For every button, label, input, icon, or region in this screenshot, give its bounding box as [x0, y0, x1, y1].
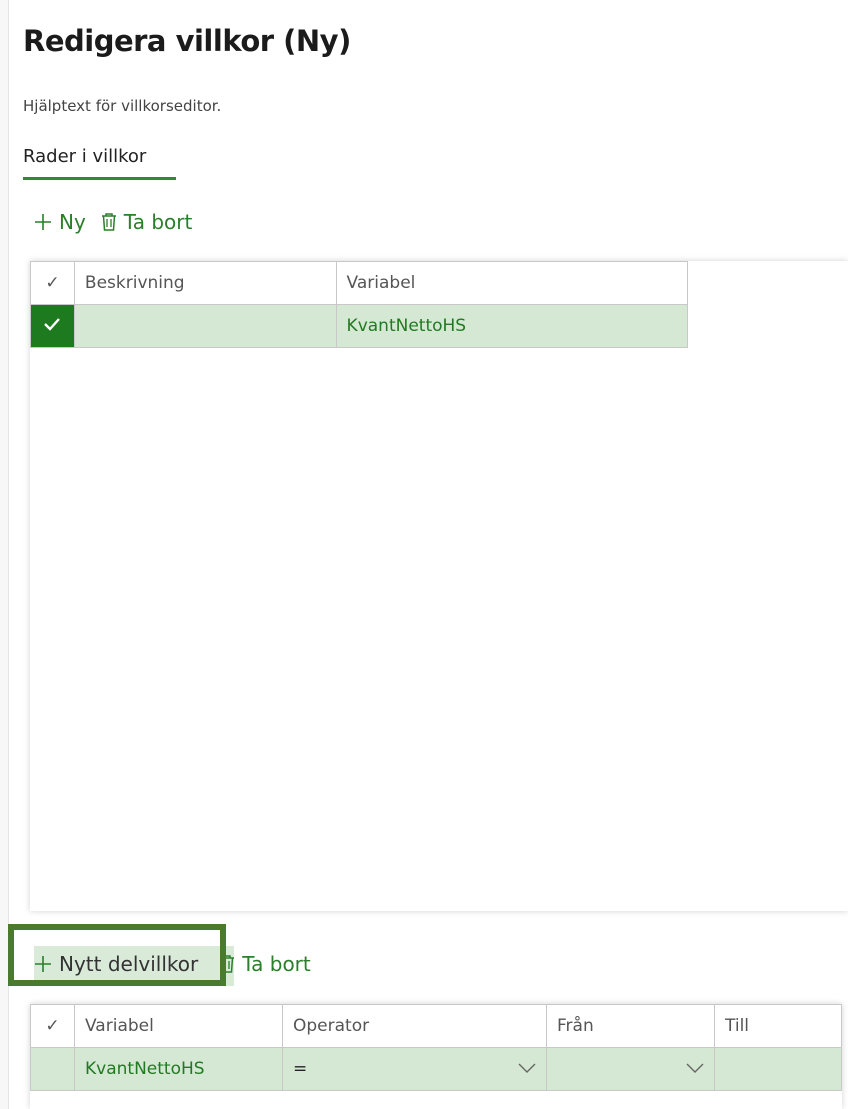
- operator-value: =: [293, 1059, 308, 1079]
- chevron-down-icon: [518, 1061, 536, 1077]
- cell-description[interactable]: [73, 304, 337, 348]
- subconditions-grid: ✓ Variabel Operator Från Till KvantNetto…: [30, 1004, 842, 1109]
- select-all-checkbox[interactable]: ✓: [30, 1004, 75, 1048]
- delete-row-button[interactable]: Ta bort: [100, 210, 193, 234]
- column-header-from[interactable]: Från: [546, 1004, 715, 1048]
- delete-subcondition-button[interactable]: Ta bort: [218, 952, 311, 976]
- subconditions-grid-header: ✓ Variabel Operator Från Till: [30, 1004, 842, 1048]
- new-subcondition-label: Nytt delvillkor: [59, 952, 199, 976]
- page-title: Redigera villkor (Ny): [23, 24, 351, 58]
- trash-icon: [218, 954, 236, 974]
- delete-subcondition-label: Ta bort: [242, 952, 311, 976]
- chevron-down-icon: [686, 1061, 704, 1077]
- column-header-operator[interactable]: Operator: [282, 1004, 547, 1048]
- table-row[interactable]: KvantNettoHS =: [30, 1047, 842, 1091]
- new-subcondition-button[interactable]: Nytt delvillkor: [33, 952, 198, 976]
- column-header-description[interactable]: Beskrivning: [73, 261, 337, 305]
- rows-toolbar: Ny Ta bort: [33, 210, 192, 234]
- row-checkbox[interactable]: [30, 1047, 75, 1091]
- select-all-checkbox[interactable]: ✓: [30, 261, 75, 305]
- tab-rows-in-condition[interactable]: Rader i villkor: [23, 146, 176, 180]
- rows-grid-header: ✓ Beskrivning Variabel: [30, 261, 689, 305]
- table-row[interactable]: KvantNettoHS: [30, 304, 689, 348]
- new-row-label: Ny: [59, 210, 86, 234]
- new-row-button[interactable]: Ny: [33, 210, 86, 234]
- from-dropdown[interactable]: [546, 1047, 715, 1091]
- plus-icon: [33, 954, 53, 974]
- help-text: Hjälptext för villkorseditor.: [23, 97, 222, 115]
- cell-variable[interactable]: KvantNettoHS: [335, 304, 689, 348]
- delete-row-label: Ta bort: [123, 210, 193, 234]
- subconditions-toolbar: Nytt delvillkor Ta bort: [33, 952, 311, 976]
- plus-icon: [33, 212, 53, 232]
- column-header-to[interactable]: Till: [714, 1004, 842, 1048]
- row-checkbox[interactable]: [30, 304, 75, 348]
- checkmark-icon: [43, 316, 61, 336]
- rows-grid: ✓ Beskrivning Variabel KvantNettoHS: [30, 261, 848, 911]
- trash-icon: [100, 212, 118, 232]
- cell-to[interactable]: [714, 1047, 842, 1091]
- column-header-variable[interactable]: Variabel: [74, 1004, 283, 1048]
- operator-dropdown[interactable]: =: [282, 1047, 547, 1091]
- cell-variable[interactable]: KvantNettoHS: [74, 1047, 283, 1091]
- column-header-variable[interactable]: Variabel: [335, 261, 689, 305]
